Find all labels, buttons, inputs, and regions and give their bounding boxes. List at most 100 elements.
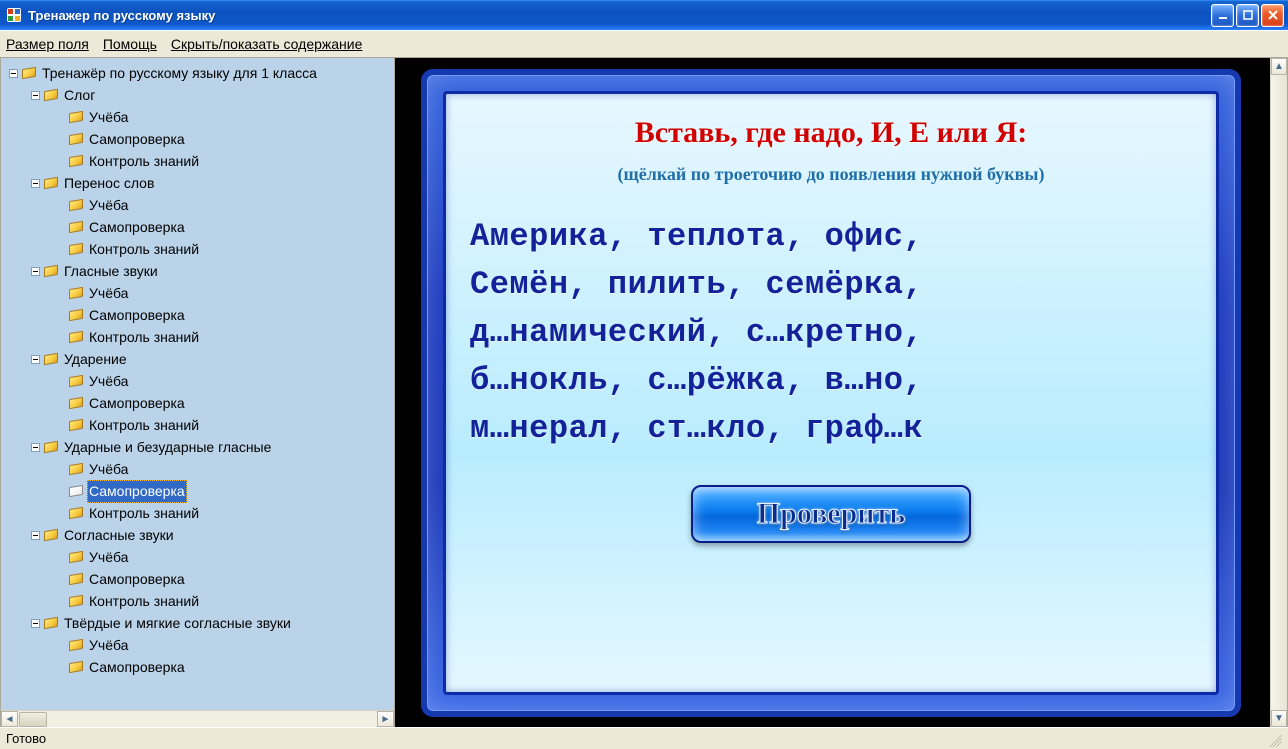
tree-leaf[interactable]: Учёба <box>3 458 392 480</box>
book-icon <box>44 353 58 365</box>
menu-help[interactable]: Помощь <box>103 36 157 52</box>
tree-leaf-label: Учёба <box>87 635 130 656</box>
tree-unit[interactable]: Ударение <box>3 348 392 370</box>
maximize-button[interactable] <box>1236 4 1259 27</box>
close-button[interactable] <box>1261 4 1284 27</box>
tree-leaf[interactable]: Учёба <box>3 546 392 568</box>
tree-leaf-label: Самопроверка <box>87 129 187 150</box>
book-icon <box>69 287 83 299</box>
tree-leaf-label: Контроль знаний <box>87 591 201 612</box>
collapse-icon[interactable] <box>31 355 40 364</box>
exercise-words[interactable]: Америка, теплота, офис, Семён, пилить, с… <box>466 213 1196 453</box>
tree-leaf[interactable]: Контроль знаний <box>3 590 392 612</box>
resize-grip-icon[interactable] <box>1266 731 1282 747</box>
tree-unit-label: Гласные звуки <box>62 261 160 282</box>
collapse-icon[interactable] <box>31 267 40 276</box>
tree-unit[interactable]: Слог <box>3 84 392 106</box>
tree-unit[interactable]: Перенос слов <box>3 172 392 194</box>
book-icon <box>69 551 83 563</box>
tree-unit[interactable]: Согласные звуки <box>3 524 392 546</box>
title-bar: Тренажер по русскому языку <box>0 0 1288 30</box>
tree-leaf[interactable]: Самопроверка <box>3 128 392 150</box>
viewer-vertical-scrollbar[interactable]: ▲ ▼ <box>1270 58 1287 727</box>
check-button-label: Проверить <box>757 497 905 531</box>
tree-leaf-selected[interactable]: Самопроверка <box>3 480 392 502</box>
status-text: Готово <box>6 731 46 746</box>
minimize-button[interactable] <box>1211 4 1234 27</box>
contents-tree[interactable]: Тренажёр по русскому языку для 1 класса … <box>1 58 394 710</box>
scroll-left-button[interactable]: ◄ <box>1 711 18 727</box>
scroll-thumb[interactable] <box>19 712 47 727</box>
tree-unit[interactable]: Твёрдые и мягкие согласные звуки <box>3 612 392 634</box>
book-icon <box>69 463 83 475</box>
exercise-panel: Вставь, где надо, И, Е или Я: (щёлкай по… <box>421 69 1241 717</box>
book-icon <box>69 595 83 607</box>
book-icon <box>69 111 83 123</box>
tree-leaf-label: Учёба <box>87 107 130 128</box>
tree-leaf-label: Контроль знаний <box>87 415 201 436</box>
collapse-icon[interactable] <box>31 619 40 628</box>
tree-leaf[interactable]: Учёба <box>3 282 392 304</box>
app-icon <box>6 7 22 23</box>
exercise-subheading: (щёлкай по троеточию до появления нужной… <box>466 164 1196 185</box>
tree-unit-label: Твёрдые и мягкие согласные звуки <box>62 613 293 634</box>
tree-leaf[interactable]: Самопроверка <box>3 392 392 414</box>
book-icon <box>44 529 58 541</box>
tree-horizontal-scrollbar[interactable]: ◄ ► <box>1 710 394 727</box>
tree-leaf[interactable]: Самопроверка <box>3 304 392 326</box>
tree-root-label: Тренажёр по русскому языку для 1 класса <box>40 63 319 84</box>
tree-leaf[interactable]: Контроль знаний <box>3 414 392 436</box>
tree-unit-label: Ударение <box>62 349 129 370</box>
book-icon <box>44 617 58 629</box>
tree-leaf-label: Самопроверка <box>87 217 187 238</box>
tree-leaf[interactable]: Контроль знаний <box>3 238 392 260</box>
menu-toggle-contents[interactable]: Скрыть/показать содержание <box>171 36 362 52</box>
tree-leaf[interactable]: Самопроверка <box>3 656 392 678</box>
book-icon <box>44 265 58 277</box>
tree-leaf[interactable]: Самопроверка <box>3 216 392 238</box>
book-icon <box>22 67 36 79</box>
tree-leaf[interactable]: Контроль знаний <box>3 326 392 348</box>
book-icon <box>69 419 83 431</box>
tree-leaf[interactable]: Контроль знаний <box>3 502 392 524</box>
book-icon <box>44 89 58 101</box>
check-button[interactable]: Проверить <box>691 485 971 543</box>
tree-leaf-label: Самопроверка <box>87 657 187 678</box>
page-icon <box>69 485 83 497</box>
scroll-down-button[interactable]: ▼ <box>1271 710 1287 727</box>
collapse-icon[interactable] <box>31 179 40 188</box>
tree-leaf[interactable]: Учёба <box>3 106 392 128</box>
tree-unit[interactable]: Ударные и безударные гласные <box>3 436 392 458</box>
tree-leaf-label: Самопроверка <box>87 305 187 326</box>
tree-leaf[interactable]: Учёба <box>3 370 392 392</box>
tree-leaf-label: Учёба <box>87 459 130 480</box>
tree-leaf[interactable]: Учёба <box>3 194 392 216</box>
book-icon <box>69 375 83 387</box>
tree-leaf[interactable]: Учёба <box>3 634 392 656</box>
book-icon <box>69 507 83 519</box>
book-icon <box>69 221 83 233</box>
tree-unit-label: Перенос слов <box>62 173 156 194</box>
window-title: Тренажер по русскому языку <box>28 8 1211 23</box>
tree-unit-label: Ударные и безударные гласные <box>62 437 273 458</box>
tree-leaf-label: Контроль знаний <box>87 503 201 524</box>
collapse-icon[interactable] <box>9 69 18 78</box>
collapse-icon[interactable] <box>31 531 40 540</box>
book-icon <box>69 661 83 673</box>
status-bar: Готово <box>0 727 1288 749</box>
book-icon <box>69 243 83 255</box>
tree-leaf-label: Контроль знаний <box>87 151 201 172</box>
book-icon <box>69 309 83 321</box>
scroll-right-button[interactable]: ► <box>377 711 394 727</box>
tree-leaf-label: Самопроверка <box>87 569 187 590</box>
tree-root[interactable]: Тренажёр по русскому языку для 1 класса <box>3 62 392 84</box>
tree-leaf-label: Контроль знаний <box>87 239 201 260</box>
tree-leaf-label: Учёба <box>87 547 130 568</box>
collapse-icon[interactable] <box>31 443 40 452</box>
tree-leaf[interactable]: Самопроверка <box>3 568 392 590</box>
collapse-icon[interactable] <box>31 91 40 100</box>
tree-leaf[interactable]: Контроль знаний <box>3 150 392 172</box>
menu-field-size[interactable]: Размер поля <box>6 36 89 52</box>
scroll-up-button[interactable]: ▲ <box>1271 58 1287 75</box>
tree-unit[interactable]: Гласные звуки <box>3 260 392 282</box>
